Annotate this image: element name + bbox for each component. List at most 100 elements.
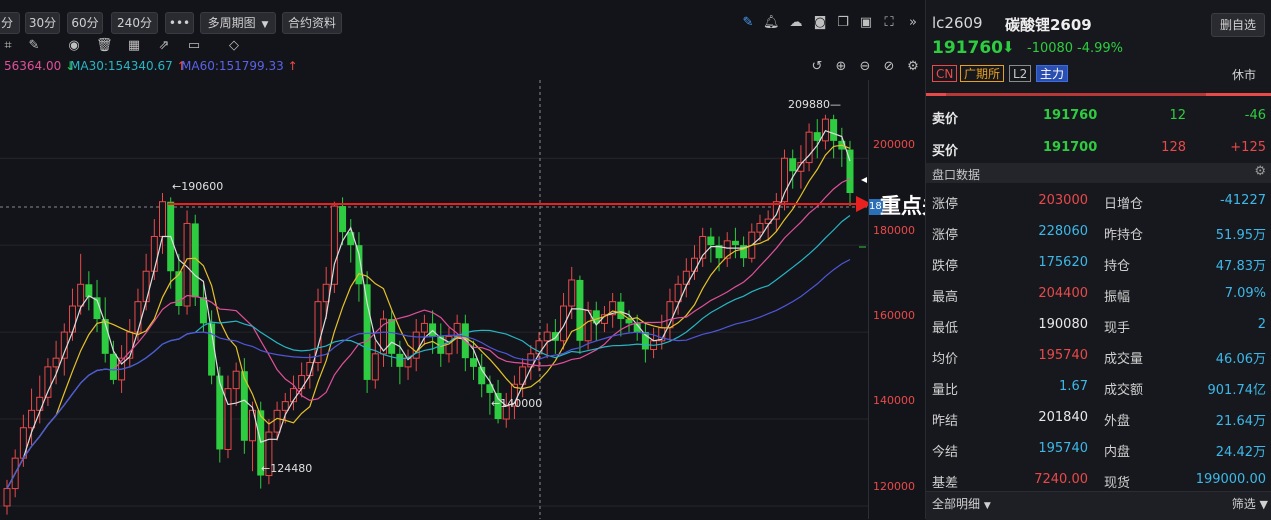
bid-price: 191700	[1043, 140, 1098, 155]
candle-body	[756, 222, 764, 233]
ma60-value: MA60:151799.33 ↑	[181, 59, 298, 73]
candle-body	[731, 240, 739, 246]
candle-body	[281, 401, 289, 411]
ma-first-value: 56364.00 ↓	[4, 59, 75, 73]
candle-body	[134, 301, 142, 333]
low-price-label: ←140000	[491, 397, 542, 410]
axis-tick: 180000	[873, 224, 915, 237]
stat-label: 现手	[1104, 321, 1131, 336]
change-bar-dark	[946, 93, 1206, 96]
reset-icon[interactable]: ⊘	[881, 59, 897, 75]
period-button-minute[interactable]: 分	[0, 12, 20, 34]
settings-icon[interactable]: ⚙	[1254, 164, 1266, 179]
ask-volume: 12	[1169, 108, 1186, 123]
quote-panel: lc2609 碳酸锂2609 删自选 191760 ⬇ -10080 -4.99…	[925, 0, 1271, 520]
stat-label: 内盘	[1104, 445, 1131, 460]
eye-icon[interactable]: ◉	[66, 38, 82, 54]
price-axis: 200000 180000 160000 140000 120000 18	[868, 80, 926, 519]
zoom-out-icon[interactable]: ⊖	[857, 59, 873, 75]
candle-body	[273, 409, 281, 433]
instrument-name: 碳酸锂2609	[1005, 16, 1092, 34]
stat-label: 跌停	[932, 259, 959, 274]
candle-body	[3, 488, 11, 507]
filter-button[interactable]: 筛选 ▼	[1232, 495, 1268, 512]
section-title: 盘口数据	[932, 168, 981, 182]
stat-label: 今结	[932, 445, 959, 460]
ma60-text: MA60:151799.33	[181, 59, 284, 73]
stat-label: 涨停	[932, 197, 959, 212]
stat-label: 日增仓	[1104, 197, 1144, 212]
stat-value: 901.74亿	[1207, 383, 1267, 398]
candle-body	[330, 205, 338, 285]
bid-change: +125	[1230, 140, 1266, 155]
section-header: 盘口数据 ⚙	[926, 163, 1271, 183]
all-details-label: 全部明细	[932, 497, 981, 511]
ma10-line	[6, 144, 851, 489]
axis-tick: 120000	[873, 480, 915, 493]
period-button-240min[interactable]: 240分	[111, 12, 158, 34]
candle-body	[617, 301, 625, 320]
ask-row[interactable]: 卖价 191760 12 -46	[926, 100, 1271, 131]
stat-value: 21.64万	[1215, 414, 1266, 429]
bid-row[interactable]: 买价 191700 128 +125	[926, 132, 1271, 163]
candle-body	[150, 235, 158, 272]
price-marker	[861, 177, 867, 183]
market-status: 休市	[1232, 68, 1257, 82]
badge-cn: CN	[932, 65, 958, 82]
stat-label: 最高	[932, 290, 959, 305]
candle-body	[216, 375, 224, 450]
edit-icon[interactable]: ✎	[26, 38, 42, 54]
grid-layout-icon[interactable]: ▦	[126, 38, 142, 54]
candle-body	[142, 270, 150, 303]
axis-tick: 200000	[873, 138, 915, 151]
filter-icon: ▼	[1259, 498, 1268, 511]
copy-icon[interactable]: ❐	[835, 15, 851, 31]
eraser-icon[interactable]: ◇	[226, 38, 242, 54]
stat-value: 203000	[1038, 193, 1088, 208]
external-link-icon[interactable]: ⇗	[156, 38, 172, 54]
delete-icon[interactable]: 🗑︎	[96, 38, 113, 54]
ma30-value: MA30:154340.67 ↑	[70, 59, 187, 73]
all-details-dropdown[interactable]: 全部明细 ▼	[932, 495, 991, 512]
stat-label: 量比	[932, 383, 959, 398]
fullscreen-icon[interactable]: ⛶	[881, 15, 897, 31]
stat-row: 涨停 203000 日增仓 -41227	[926, 185, 1271, 216]
ma5-line	[6, 129, 851, 489]
contract-info-button[interactable]: 合约资料	[282, 12, 342, 34]
stat-label: 昨持仓	[1104, 228, 1144, 243]
remove-watchlist-button[interactable]: 删自选	[1211, 13, 1265, 37]
stat-value: 7.09%	[1224, 286, 1266, 301]
alarm-bell-icon[interactable]: 🔔︎	[763, 15, 780, 31]
stat-value: -41227	[1219, 193, 1266, 208]
high-price-label: 209880—	[788, 98, 841, 111]
period-button-60min[interactable]: 60分	[67, 12, 103, 34]
crop-icon[interactable]: ⌗	[0, 38, 16, 54]
candle-body	[789, 158, 797, 172]
badge-main: 主力	[1036, 65, 1069, 82]
multi-period-label: 多周期图	[207, 16, 256, 30]
collapse-right-icon[interactable]: »	[905, 15, 921, 31]
stat-label: 成交额	[1104, 383, 1144, 398]
stat-label: 涨停	[932, 228, 959, 243]
stat-value: 51.95万	[1215, 228, 1266, 243]
undo-icon[interactable]: ↺	[809, 59, 825, 75]
stat-label: 持仓	[1104, 259, 1131, 274]
window-icon[interactable]: ▣	[858, 15, 874, 31]
candle-body	[159, 201, 167, 237]
comment-icon[interactable]: ▭	[186, 38, 202, 54]
settings-icon[interactable]: ⚙	[905, 59, 921, 75]
candlestick-chart[interactable]: 209880— ←190600 ←140000 ←124480	[0, 0, 925, 519]
candle-body	[830, 119, 838, 141]
stat-value: 1.67	[1059, 379, 1088, 394]
price-change: -10080	[1027, 41, 1074, 56]
camera-icon[interactable]: ◙	[812, 15, 828, 31]
zoom-in-icon[interactable]: ⊕	[833, 59, 849, 75]
more-periods-button[interactable]: •••	[165, 12, 194, 34]
draw-pen-icon[interactable]: ✎	[740, 15, 756, 31]
cloud-icon[interactable]: ☁	[788, 15, 804, 31]
candle-body	[232, 370, 240, 390]
multi-period-dropdown[interactable]: 多周期图 ▼	[200, 12, 276, 34]
period-button-30min[interactable]: 30分	[25, 12, 60, 34]
candle-body	[690, 257, 698, 272]
ma30-text: MA30:154340.67	[70, 59, 173, 73]
